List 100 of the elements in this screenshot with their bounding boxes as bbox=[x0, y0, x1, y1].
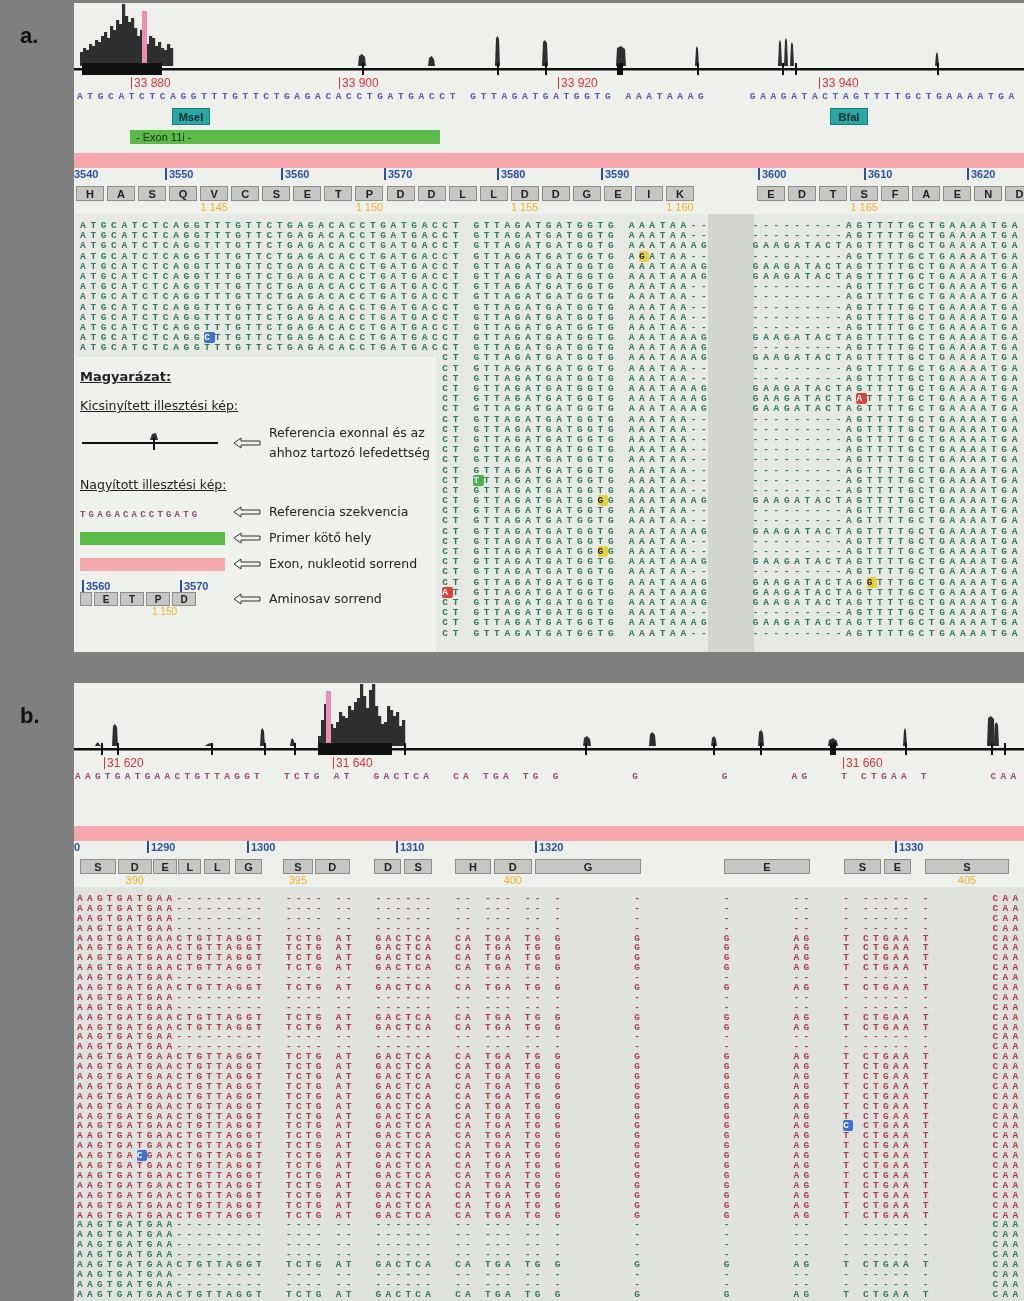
read-sequence: CT GTTAGATGATGGTG AAATAA-- ---------AGTTTTGCTGAAAATGA bbox=[442, 535, 1022, 547]
position-label: 31 640 bbox=[333, 757, 373, 769]
residue-number: 395 bbox=[288, 874, 308, 886]
read-sequence: CT GTTAGATGATGGTG AAATAA-- ---------AGTTTTGCTGAAAATGA bbox=[442, 627, 1022, 639]
reference-sequence: ATGCATCTCAGGTTTGTTCTGAGACACCTGATGACCT GTTAGATGATGGTG AAATAAAG GAAGATACTAGTTTTGCTGAAAATGA bbox=[77, 91, 1019, 102]
read-sequence: TTGTTCTGAGACACCTGATGACCT GTTAGATGATGGTG AAATAAAG GAAGATACTAGTTTTGCTGAAAATGA bbox=[214, 332, 1022, 344]
ruler-label: 3620 bbox=[967, 168, 996, 180]
amino-acid: G bbox=[572, 186, 601, 201]
read-sequence: CT GTTAGATGATGGTG AAATAAAG GAAGATACTAGTTTTGCTGAAAATGA bbox=[442, 556, 1022, 568]
read-sequence: AAGTGATGAACTGTTAGGT TCTG AT GACTCA CA TGA TG G G G AG T CTGAA T CAA bbox=[77, 1071, 1023, 1083]
position-label: 31 660 bbox=[843, 757, 883, 769]
read-sequence: TTTGCTGAAAATGA bbox=[877, 576, 1022, 588]
read-sequence: ATGCATCTCAGGTTTGTTCTGAGACACCTGATGACCT GTTAGATGATGGTG AAATAA-- ---------AGTTTTGCTGAAAATGA bbox=[80, 301, 1022, 313]
read-sequence: CT GTTAGATGATGG bbox=[442, 546, 598, 557]
amino-acid: T bbox=[819, 186, 848, 201]
mismatch-base: A bbox=[856, 393, 867, 405]
left-arrow-icon bbox=[233, 558, 261, 570]
amino-acid: D bbox=[386, 186, 415, 201]
amino-acid: C bbox=[231, 186, 260, 201]
read-sequence: ATGCATCTCAGGTTTGTTCTGAGACACCTGATGACCT GTTAGATGATGGTG AAATAAAG GAAGATACTAGTTTTGCTGAAAATGA bbox=[80, 240, 1022, 252]
ruler-label: 1330 bbox=[895, 841, 924, 853]
read-sequence: AAGTGATGAACTGTTAGGT TCTG AT GACTCA CA TGA TG G G G AG T CTGAA T CAA bbox=[77, 1110, 1023, 1122]
read-sequence: AAGTGATGAACTGTTAGGT TCTG AT GACTCA CA TGA TG G G G AG T CTGAA T CAA bbox=[77, 1169, 1023, 1181]
read-sequence: AAGTGATGAACTGTTAGGT TCTG AT GACTCA CA TGA TG G G G AG T CTGAA T CAA bbox=[77, 1199, 1023, 1211]
read-sequence: CT GTTAGATGATGGTG AAATAA-- ---------AGTTTTGCTGAAAATGA bbox=[442, 454, 1022, 466]
read-sequence: ATGCATCTCAGGTTTGTTCTGAGACACCTGATGACCT GTTAGATGATGGTG AAATAAAG GAAGATACTAGTTTTGCTGAAAATGA bbox=[80, 260, 1022, 272]
panel-label: b. bbox=[19, 702, 41, 730]
read-sequence: AAGTGATGAA--------- ---- -- ------ -- --- -- - - - -- - ----- - CAA bbox=[77, 922, 1023, 934]
read-sequence: AAGTGATGAACTGTTAGGT TCTG AT GACTCA CA TGA TG G G G AG T CTGAA T CAA bbox=[77, 1160, 1023, 1172]
ruler-label: 3540 bbox=[74, 168, 99, 180]
amino-acid: E bbox=[883, 859, 911, 874]
read-sequence: AAGTGATGAA--------- ---- -- ------ -- --- -- - - - -- - ----- - CAA bbox=[77, 1041, 1023, 1053]
read-sequence: AAGTGATGAACTGTTAGGT TCTG AT GACTCA CA TGA TG G G G AG T CTGAA T CAA bbox=[77, 1288, 1023, 1300]
amino-acid: A bbox=[912, 186, 941, 201]
read-sequence: AAGTGATGAA--------- ---- -- ------ -- --- -- - - - -- - ----- - CAA bbox=[77, 991, 1023, 1003]
residue-number: 1 165 bbox=[850, 201, 878, 213]
ruler-label: 3570 bbox=[384, 168, 413, 180]
read-sequence: AAGTGATGAA--------- ---- -- ------ -- --- -- - - - -- - ----- - CAA bbox=[77, 1278, 1023, 1290]
amino-acid: S bbox=[924, 859, 1010, 874]
amino-acid: T bbox=[120, 592, 144, 606]
read-sequence: AAGTGATGAACTGTTAGGT TCTG AT GACTCA CA TGA TG G G G AG T CTGAA T CAA bbox=[77, 1021, 1023, 1033]
amino-acid: S bbox=[844, 859, 881, 874]
read-sequence: AAGTGATGAACTGTTAGGT TCTG AT GACTCA CA TGA TG G G G AG T CTGAA T CAA bbox=[77, 1258, 1023, 1270]
read-sequence: AAGTGATGAACTGTTAGGT TCTG AT GACTCA CA TGA TG G G G AG T CTGAA T CAA bbox=[77, 1179, 1023, 1191]
amino-acid: V bbox=[200, 186, 229, 201]
position-label: 33 900 bbox=[339, 77, 379, 89]
read-sequence: T GTTAGATGATGGTG AAATAAAG GAAGATACTAGTTTTGCTGAAAATGA bbox=[452, 586, 1022, 598]
read-sequence: CT GTTAGATGATGGTG AAATAA-- ---------AGTTTTGCTGAAAATGA bbox=[442, 433, 1022, 445]
read-sequence: AAGTGATGAA--------- ---- -- ------ -- --- -- - - - -- - ----- - CAA bbox=[77, 902, 1023, 914]
amino-acid: S bbox=[282, 859, 313, 874]
mismatch-base: A bbox=[442, 586, 453, 598]
amino-acid: S bbox=[262, 186, 291, 201]
mismatch-base: G bbox=[597, 546, 608, 557]
mismatch-base: T bbox=[473, 474, 484, 486]
amino-acid: L bbox=[448, 186, 477, 201]
amino-acid: D bbox=[374, 859, 402, 874]
residue-number: 1 155 bbox=[510, 201, 539, 213]
read-sequence: G AAATAA-- ---------AGTTTTGCTGAAAATGA bbox=[607, 546, 1022, 557]
read-sequence: CT GTTAGATGATGGTG AAATAA-- ---------AGTTTTGCTGAAAATGA bbox=[442, 505, 1022, 517]
amino-acid: N bbox=[974, 186, 1003, 201]
read-sequence: CT GTTAGATGATGGTG AAATAA-- ---------AGTTTTGCTGAAAATGA bbox=[442, 413, 1022, 425]
amino-acid: P bbox=[355, 186, 384, 201]
left-arrow-icon bbox=[233, 437, 261, 449]
read-sequence: CT GTTAGATGATGGTG AAATAA-- ---------AGTTTTGCTGAAAATGA bbox=[442, 607, 1022, 619]
read-sequence: ATGCATCTCAGG bbox=[80, 332, 205, 344]
read-sequence: CT GTTAGATGATGGTG AAATAA-- ---------AGTTTTGCTGAAAATGA bbox=[442, 484, 1022, 496]
reference-sequence-sample: TGAGACACCTGATG bbox=[80, 509, 201, 520]
read-sequence: AAGTGATGAACTGTTAGGT TCTG AT GACTCA CA TGA TG G G G AG T CTGAA T CAA bbox=[77, 1090, 1023, 1102]
mismatch-base: C bbox=[843, 1120, 854, 1132]
legend-text: Aminosav sorrend bbox=[269, 589, 382, 608]
read-sequence: AAGTGATGAACTGTTAGGT TCTG AT GACTCA CA TGA TG G G G AG T CTGAA T CAA bbox=[77, 1011, 1023, 1023]
mismatch-base: C bbox=[136, 1150, 147, 1162]
left-arrow-icon bbox=[233, 532, 261, 544]
read-sequence: AAGTGATGAA--------- ---- -- ------ -- --- -- - - - -- - ----- - CAA bbox=[77, 912, 1023, 924]
read-sequence: ATGCATCTCAGGTTTGTTCTGAGACACCTGATGACCT GTTAGATGATGGTG AAATAA-- ---------AGTTTTGCTGAAAATGA bbox=[80, 230, 1022, 242]
read-sequence: CT GTTAGATGATGGTG AAATAAAG GAAGATACTAGTTTTGCTGAAAATGA bbox=[442, 617, 1022, 629]
legend-heading: Kicsinyített illesztési kép: bbox=[80, 398, 240, 413]
legend-text: Exon, nukleotid sorrend bbox=[269, 555, 418, 573]
enzyme-site-tag: MseI bbox=[172, 108, 210, 125]
mismatch-base: G bbox=[866, 576, 878, 588]
residue-number: 1 160 bbox=[666, 201, 694, 213]
read-sequence: TTTTGCTGAAAATGA bbox=[866, 393, 1022, 405]
residue-number: 405 bbox=[957, 874, 977, 886]
read-sequence: CT GTTAGATGATGGTG AAATAAAG GAAGATACTAGTTTTGCTGAAAATGA bbox=[442, 596, 1022, 608]
primer-bar: - Exon 11i - bbox=[130, 130, 440, 144]
mismatch-base: C bbox=[204, 332, 215, 344]
amino-acid: S bbox=[79, 859, 116, 874]
amino-acid: E bbox=[723, 859, 811, 874]
amino-acid: D bbox=[417, 186, 446, 201]
read-sequence: ATGCATCTCAGGTTTGTTCTGAGACACCTGATGACCT GTTAGATGATGGTG AAATAA-- ---------AGTTTTGCTGAAAATGA bbox=[80, 291, 1022, 303]
read-sequence: AAGTGATGAA--------- ---- -- ------ -- --- -- - - - -- - ----- - CAA bbox=[77, 1249, 1023, 1261]
amino-acid: G bbox=[534, 859, 642, 874]
amino-acid: I bbox=[634, 186, 663, 201]
legend-title: Magyarázat: bbox=[80, 369, 173, 384]
position-label: 33 920 bbox=[558, 77, 598, 89]
amino-acid: D bbox=[1005, 186, 1024, 201]
read-sequence: AAGTGATGAACTGTTAGGT TCTG AT GACTCA CA TGA TG G G G AG T CTGAA T CAA bbox=[77, 962, 1023, 974]
read-sequence: CT GTTAGATGATGGTG AAATAAAG GAAGATACTAGTTTTGCTGAAAATGA bbox=[442, 383, 1022, 394]
residue-number: 1 145 bbox=[200, 201, 228, 213]
read-sequence: AAGTGATGAACTGTTAGGT TCTG AT GACTCA CA TGA TG G G G AG T CTGAA T CAA bbox=[77, 982, 1023, 993]
